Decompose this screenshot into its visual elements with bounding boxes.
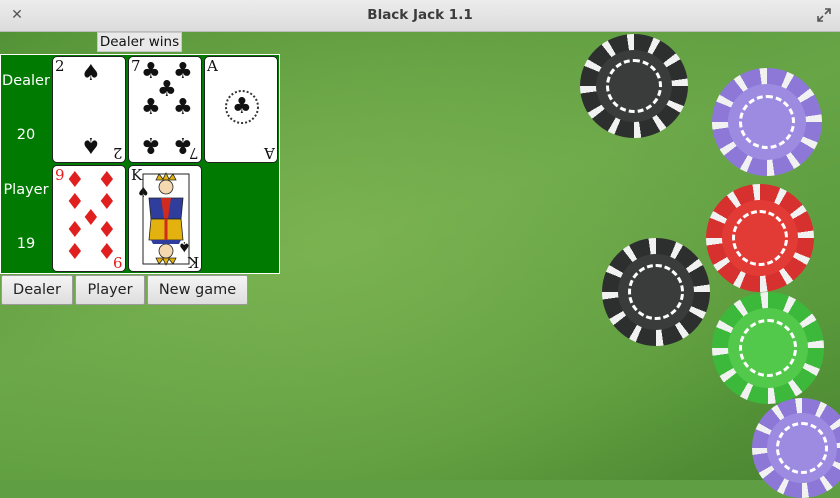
player-label: Player bbox=[3, 182, 49, 198]
new-game-button[interactable]: New game bbox=[147, 275, 248, 305]
club-icon: ♣ bbox=[141, 95, 161, 120]
spade-icon: ♠ bbox=[81, 61, 101, 86]
diamond-icon: ♦ bbox=[97, 168, 117, 193]
chip-black bbox=[580, 34, 688, 138]
card-rank: K bbox=[187, 253, 199, 271]
maximize-icon[interactable] bbox=[816, 7, 832, 23]
chip-green bbox=[712, 292, 824, 404]
dealer-card-2: 7 ♣ ♣ ♣ ♣ ♣ ♣ ♣ 7 bbox=[128, 56, 202, 163]
spade-icon: ♠ bbox=[81, 132, 101, 157]
card-table: Dealer 20 Player 19 2 ♠ ♠ 2 7 ♣ ♣ ♣ ♣ ♣ … bbox=[0, 54, 280, 274]
title-bar: ✕ Black Jack 1.1 bbox=[0, 0, 840, 32]
player-card-1: 9 ♦ ♦ ♦ ♦ ♦ ♦ ♦ ♦ ♦ 9 bbox=[52, 165, 126, 272]
card-rank: 2 bbox=[113, 144, 123, 162]
chip-purple bbox=[752, 398, 840, 498]
club-icon: ♣ bbox=[141, 132, 161, 157]
diamond-icon: ♦ bbox=[65, 168, 85, 193]
card-rank: 9 bbox=[113, 253, 123, 271]
chip-purple bbox=[712, 68, 822, 176]
club-icon: ♣ bbox=[173, 95, 193, 120]
dealer-score: 20 bbox=[16, 127, 36, 143]
player-card-2: K ♠ ♠ K bbox=[128, 165, 202, 272]
card-rank: 2 bbox=[55, 57, 65, 75]
card-rank: 7 bbox=[131, 57, 141, 75]
card-rank: A bbox=[207, 57, 218, 75]
dealer-card-3: A ♣ A bbox=[204, 56, 278, 163]
diamond-icon: ♦ bbox=[97, 218, 117, 243]
dealer-button[interactable]: Dealer bbox=[1, 275, 73, 305]
dealer-card-1: 2 ♠ ♠ 2 bbox=[52, 56, 126, 163]
diamond-icon: ♦ bbox=[65, 240, 85, 265]
card-rank: 7 bbox=[189, 144, 199, 162]
card-rank: 9 bbox=[55, 166, 65, 184]
dealer-label: Dealer bbox=[2, 73, 50, 89]
diamond-icon: ♦ bbox=[65, 218, 85, 243]
window-title: Black Jack 1.1 bbox=[367, 7, 473, 23]
chip-red bbox=[706, 184, 814, 292]
player-button[interactable]: Player bbox=[75, 275, 145, 305]
result-label: Dealer wins bbox=[97, 32, 182, 52]
chip-black bbox=[602, 238, 710, 346]
card-rank: A bbox=[264, 144, 275, 162]
club-icon: ♣ bbox=[232, 94, 252, 119]
player-score: 19 bbox=[16, 236, 36, 252]
